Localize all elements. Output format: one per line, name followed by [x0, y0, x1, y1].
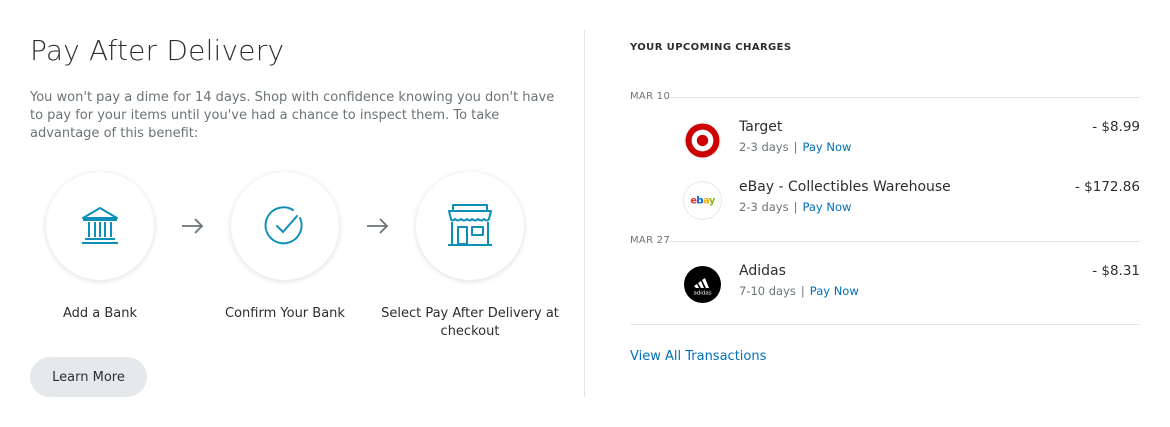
divider-line — [630, 324, 1140, 325]
step-label: Select Pay After Delivery at checkout — [381, 306, 559, 339]
date-group-label: MAR 27 — [630, 235, 671, 246]
step-label: Confirm Your Bank — [225, 306, 345, 321]
transaction-row: Target 2-3 days | Pay Now - $8.99 — [684, 119, 1140, 163]
step-add-bank: Add a Bank — [10, 172, 190, 323]
transaction-amount: - $172.86 — [1075, 179, 1140, 195]
step-circle — [231, 172, 339, 280]
step-label: Add a Bank — [62, 306, 138, 321]
transaction-row: adidas Adidas 7-10 days | Pay Now - $8.31 — [684, 263, 1140, 307]
upcoming-charges-heading: YOUR UPCOMING CHARGES — [630, 42, 792, 53]
storefront-icon — [448, 204, 492, 246]
adidas-logo: adidas — [684, 266, 721, 303]
ebay-logo: ebay — [684, 182, 721, 219]
divider-line — [670, 97, 1140, 98]
transaction-row: ebay eBay - Collectibles Warehouse 2-3 d… — [684, 179, 1140, 223]
transaction-amount: - $8.31 — [1092, 263, 1140, 279]
target-logo — [684, 122, 721, 159]
step-confirm-bank: Confirm Your Bank — [195, 172, 375, 323]
svg-text:ebay: ebay — [690, 196, 716, 207]
merchant-name: Target — [739, 119, 783, 135]
payment-term: 2-3 days — [739, 200, 789, 214]
separator: | — [800, 284, 805, 298]
upcoming-charges-panel: YOUR UPCOMING CHARGES MAR 10 Target 2-3 … — [630, 0, 1140, 427]
pay-now-link[interactable]: Pay Now — [802, 140, 851, 154]
svg-text:adidas: adidas — [693, 291, 711, 297]
transaction-meta: 7-10 days | Pay Now — [739, 284, 859, 298]
panel-divider — [584, 30, 585, 397]
transaction-amount: - $8.99 — [1092, 119, 1140, 135]
separator: | — [793, 140, 798, 154]
step-circle — [416, 172, 524, 280]
pay-after-delivery-panel: Pay After Delivery You won't pay a dime … — [30, 0, 560, 427]
checkmark-circle-icon — [264, 206, 303, 245]
step-select-pay-after-delivery: Select Pay After Delivery at checkout — [380, 172, 560, 341]
transaction-meta: 2-3 days | Pay Now — [739, 140, 851, 154]
view-all-transactions-link[interactable]: View All Transactions — [630, 349, 766, 364]
pay-now-link[interactable]: Pay Now — [810, 284, 859, 298]
merchant-name: Adidas — [739, 263, 786, 279]
merchant-name: eBay - Collectibles Warehouse — [739, 179, 951, 195]
step-circle — [46, 172, 154, 280]
learn-more-button[interactable]: Learn More — [30, 357, 147, 397]
separator: | — [793, 200, 798, 214]
bank-icon — [82, 207, 118, 244]
page-title: Pay After Delivery — [30, 34, 285, 67]
date-group-label: MAR 10 — [630, 91, 671, 102]
payment-term: 7-10 days — [739, 284, 796, 298]
transaction-meta: 2-3 days | Pay Now — [739, 200, 851, 214]
description-text: You won't pay a dime for 14 days. Shop w… — [30, 90, 555, 141]
divider-line — [670, 241, 1140, 242]
payment-term: 2-3 days — [739, 140, 789, 154]
pay-now-link[interactable]: Pay Now — [802, 200, 851, 214]
